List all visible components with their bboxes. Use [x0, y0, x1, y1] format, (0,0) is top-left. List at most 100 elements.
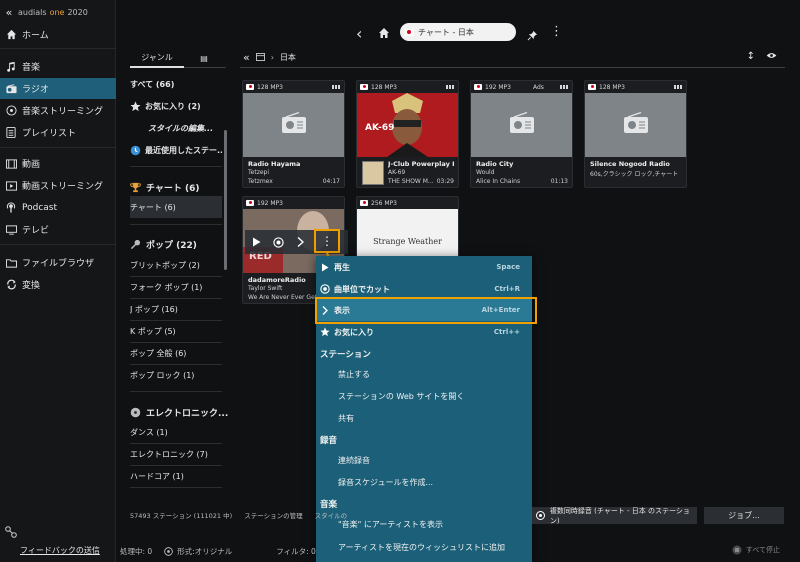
genre-pop-header-label: ポップ (22): [146, 240, 197, 251]
feedback-link[interactable]: フィードバックの送信: [20, 545, 100, 556]
genre-pop-item[interactable]: フォーク ポップ (1): [130, 276, 222, 298]
record-icon[interactable]: [267, 236, 289, 248]
cover-text: Strange Weather: [373, 236, 442, 246]
nav-divider: [0, 147, 116, 148]
genre-pop-item[interactable]: ブリットポップ (2): [130, 254, 222, 276]
chevron-right-icon[interactable]: [289, 237, 311, 247]
genre-recent[interactable]: 最近使用したステー...: [130, 139, 222, 161]
genre-style-edit[interactable]: スタイルの編集...: [130, 117, 222, 139]
menu-item-continuous-record[interactable]: 連続録音: [316, 449, 532, 471]
jobs-button[interactable]: ジョブ...: [704, 507, 784, 524]
star-icon: [130, 100, 141, 112]
tab-list-view[interactable]: ▤: [184, 48, 224, 68]
podcast-icon: [0, 202, 22, 213]
menu-item-label: 再生: [334, 262, 350, 272]
music-streaming-icon: [0, 105, 22, 116]
eye-icon[interactable]: [766, 52, 777, 61]
nav-item-music[interactable]: 音楽: [0, 56, 116, 77]
stop-all-label: すべて停止: [745, 546, 780, 554]
brand-accent: one: [49, 7, 65, 17]
stop-all-button[interactable]: すべて停止: [732, 545, 780, 555]
filter-status[interactable]: フィルタ: 0: [276, 546, 316, 557]
nav-item-video-streaming[interactable]: 動画ストリーミング: [0, 175, 116, 196]
nav-item-podcast[interactable]: Podcast: [0, 197, 116, 218]
genre-electronic-item[interactable]: ハードコア (1): [130, 465, 222, 487]
back-button[interactable]: ‹: [356, 24, 362, 43]
manage-stations-link[interactable]: ステーションの管理: [244, 512, 302, 520]
genre-pop-item[interactable]: K ポップ (5): [130, 320, 222, 342]
station-tile[interactable]: 128 MP3 AK-69 J-Club Powerplay Hi... AK-…: [356, 80, 459, 188]
japan-flag-icon: [246, 200, 254, 206]
menu-item-show[interactable]: 表示 Alt+Enter: [316, 299, 532, 321]
menu-item-share[interactable]: 共有: [316, 407, 532, 429]
menu-item-play[interactable]: 再生 Space: [316, 256, 532, 278]
signal-bars-icon: [674, 85, 683, 89]
play-icon[interactable]: [245, 237, 267, 247]
japan-flag-icon: [246, 84, 254, 90]
genre-pop-header[interactable]: ポップ (22): [130, 235, 222, 253]
signal-bars-icon: [446, 85, 455, 89]
brand-name: audials: [18, 7, 47, 17]
nav-item-label: 動画ストリーミング: [22, 182, 104, 192]
menu-item-open-website[interactable]: ステーションの Web サイトを開く: [316, 385, 532, 407]
station-tile[interactable]: 128 MP3 Silence Nogood Radio 60s,クラシック ロ…: [584, 80, 687, 188]
tile-more-options-button[interactable]: ⋮: [314, 229, 340, 253]
cover-text: AK-69: [365, 123, 395, 133]
nav-item-video[interactable]: 動画: [0, 153, 116, 174]
nav-item-music-streaming[interactable]: 音楽ストリーミング: [0, 100, 116, 121]
home-button[interactable]: [378, 24, 390, 43]
processing-status: 処理中: 0: [120, 546, 153, 556]
nav-item-label: 音楽: [22, 63, 41, 73]
genre-chart-item[interactable]: チャート (6): [130, 196, 222, 218]
station-status: 57493 ステーション (111021 中) ステーションの管理 スタイルの: [130, 510, 357, 520]
pin-icon[interactable]: [527, 26, 538, 45]
playlist-icon: [0, 127, 22, 138]
genre-chart-header[interactable]: チャート (6): [130, 178, 222, 196]
genre-pop-item[interactable]: ポップ 全般 (6): [130, 342, 222, 364]
genre-pop-item[interactable]: J ポップ (16): [130, 298, 222, 320]
style-link[interactable]: スタイルの: [315, 512, 348, 520]
breadcrumb-back-button[interactable]: «: [243, 51, 250, 64]
nav-item-tv[interactable]: テレビ: [0, 219, 116, 240]
nav-item-home[interactable]: ホーム: [0, 24, 116, 45]
genre-electronic-item[interactable]: ダンス (1): [130, 421, 222, 443]
tile-art: [471, 93, 572, 157]
station-tile[interactable]: 128 MP3 Radio Hayama Tetzepi Tetzmex 04:…: [242, 80, 345, 188]
nav-item-playlist[interactable]: プレイリスト: [0, 122, 116, 143]
menu-item-ban[interactable]: 禁止する: [316, 363, 532, 385]
genre-scrollbar[interactable]: [224, 130, 227, 270]
address-bar[interactable]: チャート - 日本: [400, 23, 516, 41]
genre-pop-item[interactable]: ポップ ロック (1): [130, 364, 222, 386]
menu-section-record: 録音: [320, 436, 338, 446]
genre-favorites[interactable]: お気に入り (2): [130, 95, 222, 117]
sort-icon[interactable]: ↕: [747, 51, 755, 62]
nav-item-label: Podcast: [22, 202, 58, 213]
genre-all[interactable]: すべて (66): [130, 73, 222, 95]
collapse-sidebar-button[interactable]: «: [0, 6, 18, 19]
more-options-button[interactable]: ⋮: [550, 24, 563, 39]
genre-electronic-header[interactable]: エレクトロニック...: [130, 403, 228, 421]
nav-item-convert[interactable]: 変換: [0, 274, 116, 295]
menu-item-favorite[interactable]: お気に入り Ctrl++: [316, 321, 532, 343]
menu-item-record-schedule[interactable]: 録音スケジュールを作成...: [316, 471, 532, 493]
trophy-icon: [130, 182, 141, 193]
nav-item-radio[interactable]: ラジオ: [0, 78, 116, 99]
tile-meta: 192 MP3 Ads: [471, 81, 572, 93]
multi-record-option[interactable]: 複数同時録音 (チャート - 日本 のステーション): [532, 507, 697, 525]
menu-item-cut-by-song[interactable]: 曲単位でカット Ctrl+R: [316, 278, 532, 300]
genre-electronic-item[interactable]: エレクトロニック (7): [130, 443, 222, 465]
radio-button: [536, 511, 545, 520]
format-status[interactable]: 形式:オリジナル: [177, 546, 232, 557]
menu-shortcut: Space: [496, 263, 520, 271]
japan-flag-icon: [474, 84, 482, 90]
grid-view-icon[interactable]: [255, 52, 265, 63]
tab-genre[interactable]: ジャンル: [130, 48, 184, 68]
play-icon: [316, 263, 334, 272]
genre-divider: [130, 166, 222, 167]
station-tile[interactable]: 192 MP3 Ads Radio City Would Alice In Cha…: [470, 80, 573, 188]
menu-item-label: 曲単位でカット: [334, 284, 390, 294]
video-streaming-icon: [0, 180, 22, 191]
settings-icon[interactable]: [4, 524, 18, 543]
genre-divider: [130, 487, 222, 488]
nav-item-file-browser[interactable]: ファイルブラウザ: [0, 252, 116, 273]
